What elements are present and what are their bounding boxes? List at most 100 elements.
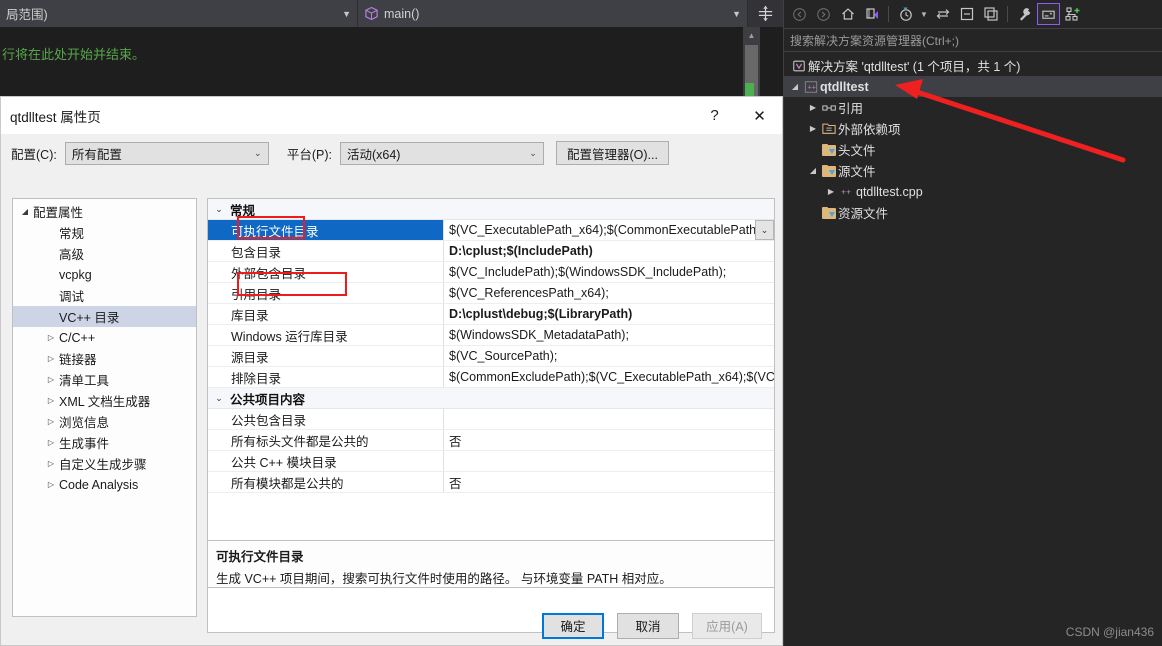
tree-item-source-files[interactable]: ◢ 源文件 bbox=[784, 160, 1162, 181]
ok-button[interactable]: 确定 bbox=[542, 612, 604, 639]
pending-changes-filter-icon[interactable] bbox=[894, 3, 917, 25]
category-custom-build-step[interactable]: ▷ 自定义生成步骤 bbox=[13, 453, 196, 474]
filter-folder-icon bbox=[820, 143, 838, 156]
category-vcpkg[interactable]: vcpkg bbox=[13, 264, 196, 285]
help-button[interactable]: ? bbox=[692, 97, 737, 134]
property-row-external-include-directories[interactable]: 外部包含目录 $(VC_IncludePath);$(WindowsSDK_In… bbox=[208, 262, 774, 283]
split-view-button[interactable] bbox=[748, 0, 783, 27]
expand-twisty-icon[interactable]: ▷ bbox=[43, 417, 59, 426]
property-value[interactable] bbox=[444, 409, 774, 429]
category-build-events[interactable]: ▷ 生成事件 bbox=[13, 432, 196, 453]
expand-twisty-icon[interactable]: ▷ bbox=[43, 459, 59, 468]
expand-twisty-icon[interactable]: ▶ bbox=[824, 187, 838, 196]
properties-wrench-icon[interactable] bbox=[1013, 3, 1036, 25]
property-value[interactable]: $(CommonExcludePath);$(VC_ExecutablePath… bbox=[444, 367, 774, 387]
tree-item-header-files[interactable]: 头文件 bbox=[784, 139, 1162, 160]
category-linker[interactable]: ▷ 链接器 bbox=[13, 348, 196, 369]
property-value[interactable] bbox=[444, 451, 774, 471]
category-advanced[interactable]: 高级 bbox=[13, 243, 196, 264]
scope-dropdown[interactable]: 局范围) ▼ bbox=[0, 0, 358, 27]
tree-item-references[interactable]: ▶ 引用 bbox=[784, 97, 1162, 118]
property-group-label: 常规 bbox=[230, 203, 256, 218]
sync-with-active-document-icon[interactable] bbox=[860, 3, 883, 25]
property-name: 所有标头文件都是公共的 bbox=[208, 430, 444, 450]
property-row-windows-runtime-directories[interactable]: Windows 运行库目录 $(WindowsSDK_MetadataPath)… bbox=[208, 325, 774, 346]
collapse-all-icon[interactable] bbox=[955, 3, 978, 25]
search-placeholder-text: 搜索解决方案资源管理器(Ctrl+;) bbox=[790, 33, 959, 48]
property-row-all-modules-public[interactable]: 所有模块都是公共的 否 bbox=[208, 472, 774, 493]
category-configuration-properties[interactable]: ◢ 配置属性 bbox=[13, 201, 196, 222]
chevron-down-icon: ⌄ bbox=[529, 147, 537, 158]
category-code-analysis[interactable]: ▷ Code Analysis bbox=[13, 474, 196, 495]
configuration-select[interactable]: 所有配置 ⌄ bbox=[64, 141, 269, 165]
collapse-twisty-icon[interactable]: ⌄ bbox=[208, 393, 230, 404]
property-value[interactable]: D:\cplust;$(IncludePath) bbox=[444, 241, 774, 261]
apply-button[interactable]: 应用(A) bbox=[692, 612, 762, 639]
dialog-titlebar: qtdlltest 属性页 ? ✕ bbox=[1, 97, 782, 134]
property-value[interactable]: 否 bbox=[444, 430, 774, 450]
property-row-reference-directories[interactable]: 引用目录 $(VC_ReferencesPath_x64); bbox=[208, 283, 774, 304]
property-category-tree[interactable]: ◢ 配置属性 常规 高级 vcpkg 调试 VC++ 目录 ▷ C/C++ ▷ … bbox=[12, 198, 197, 617]
expand-twisty-icon[interactable]: ▷ bbox=[43, 375, 59, 384]
refresh-icon[interactable] bbox=[931, 3, 954, 25]
property-row-source-directories[interactable]: 源目录 $(VC_SourcePath); bbox=[208, 346, 774, 367]
chevron-down-icon[interactable]: ▼ bbox=[918, 3, 930, 25]
tree-item-external-dependencies[interactable]: ▶ 外部依赖项 bbox=[784, 118, 1162, 139]
expand-twisty-icon[interactable]: ▷ bbox=[43, 333, 59, 342]
property-row-library-directories[interactable]: 库目录 D:\cplust\debug;$(LibraryPath) bbox=[208, 304, 774, 325]
property-row-public-cpp-module-directories[interactable]: 公共 C++ 模块目录 bbox=[208, 451, 774, 472]
category-xml-doc-generator[interactable]: ▷ XML 文档生成器 bbox=[13, 390, 196, 411]
collapse-twisty-icon[interactable]: ⌄ bbox=[208, 204, 230, 215]
search-solution-explorer-input[interactable]: 搜索解决方案资源管理器(Ctrl+;) bbox=[784, 28, 1162, 52]
add-new-item-icon[interactable] bbox=[1061, 3, 1084, 25]
configuration-label: 配置(C): bbox=[11, 147, 57, 162]
show-all-files-icon[interactable] bbox=[979, 3, 1002, 25]
property-value[interactable]: $(VC_ExecutablePath_x64);$(CommonExecuta… bbox=[444, 220, 774, 240]
property-value[interactable]: $(VC_ReferencesPath_x64); bbox=[444, 283, 774, 303]
preview-selected-items-icon[interactable] bbox=[1037, 3, 1060, 25]
property-value[interactable]: $(VC_SourcePath); bbox=[444, 346, 774, 366]
expand-twisty-icon[interactable]: ▷ bbox=[43, 480, 59, 489]
expand-twisty-icon[interactable]: ▷ bbox=[43, 396, 59, 405]
category-label: XML 文档生成器 bbox=[59, 395, 151, 409]
member-dropdown[interactable]: main() ▼ bbox=[358, 0, 748, 27]
property-value[interactable]: 否 bbox=[444, 472, 774, 492]
tree-item-qtdlltest-cpp[interactable]: ▶ ++ qtdlltest.cpp bbox=[784, 181, 1162, 202]
category-general[interactable]: 常规 bbox=[13, 222, 196, 243]
collapse-twisty-icon[interactable]: ◢ bbox=[788, 82, 802, 91]
property-value[interactable]: $(WindowsSDK_MetadataPath); bbox=[444, 325, 774, 345]
scroll-up-icon[interactable]: ▲ bbox=[743, 27, 760, 44]
property-row-include-directories[interactable]: 包含目录 D:\cplust;$(IncludePath) bbox=[208, 241, 774, 262]
property-row-exclude-directories[interactable]: 排除目录 $(CommonExcludePath);$(VC_Executabl… bbox=[208, 367, 774, 388]
home-icon[interactable] bbox=[836, 3, 859, 25]
property-value[interactable]: D:\cplust\debug;$(LibraryPath) bbox=[444, 304, 774, 324]
cancel-button[interactable]: 取消 bbox=[617, 612, 679, 639]
expand-twisty-icon[interactable]: ▷ bbox=[43, 438, 59, 447]
expand-twisty-icon[interactable]: ▷ bbox=[43, 354, 59, 363]
category-debugging[interactable]: 调试 bbox=[13, 285, 196, 306]
property-row-public-include-directories[interactable]: 公共包含目录 bbox=[208, 409, 774, 430]
platform-select[interactable]: 活动(x64) ⌄ bbox=[339, 141, 544, 165]
property-row-all-headers-public[interactable]: 所有标头文件都是公共的 否 bbox=[208, 430, 774, 451]
property-row-executable-directories[interactable]: 可执行文件目录 $(VC_ExecutablePath_x64);$(Commo… bbox=[208, 220, 774, 241]
expand-twisty-icon[interactable]: ▶ bbox=[806, 124, 820, 133]
category-browse-information[interactable]: ▷ 浏览信息 bbox=[13, 411, 196, 432]
category-c-cpp[interactable]: ▷ C/C++ bbox=[13, 327, 196, 348]
chevron-down-icon[interactable]: ⌄ bbox=[755, 220, 774, 240]
property-value[interactable]: $(VC_IncludePath);$(WindowsSDK_IncludePa… bbox=[444, 262, 774, 282]
collapse-twisty-icon[interactable]: ◢ bbox=[806, 166, 820, 175]
configuration-manager-button[interactable]: 配置管理器(O)... bbox=[555, 141, 669, 165]
category-vcpp-directories[interactable]: VC++ 目录 bbox=[13, 306, 196, 327]
property-group-public-project-content[interactable]: ⌄ 公共项目内容 bbox=[208, 388, 774, 409]
close-icon[interactable]: ✕ bbox=[737, 97, 782, 134]
back-arrow-icon[interactable] bbox=[788, 3, 811, 25]
tree-item-project-qtdlltest[interactable]: ◢ ++ qtdlltest bbox=[784, 76, 1162, 97]
collapse-twisty-icon[interactable]: ◢ bbox=[17, 207, 33, 216]
tree-item-solution[interactable]: 解决方案 'qtdlltest' (1 个项目，共 1 个) bbox=[784, 55, 1162, 76]
tree-item-resource-files[interactable]: 资源文件 bbox=[784, 202, 1162, 223]
property-group-general[interactable]: ⌄ 常规 bbox=[208, 199, 774, 220]
category-manifest-tool[interactable]: ▷ 清单工具 bbox=[13, 369, 196, 390]
expand-twisty-icon[interactable]: ▶ bbox=[806, 103, 820, 112]
forward-arrow-icon[interactable] bbox=[812, 3, 835, 25]
property-description-text: 生成 VC++ 项目期间，搜索可执行文件时使用的路径。 与环境变量 PATH 相… bbox=[216, 572, 672, 586]
